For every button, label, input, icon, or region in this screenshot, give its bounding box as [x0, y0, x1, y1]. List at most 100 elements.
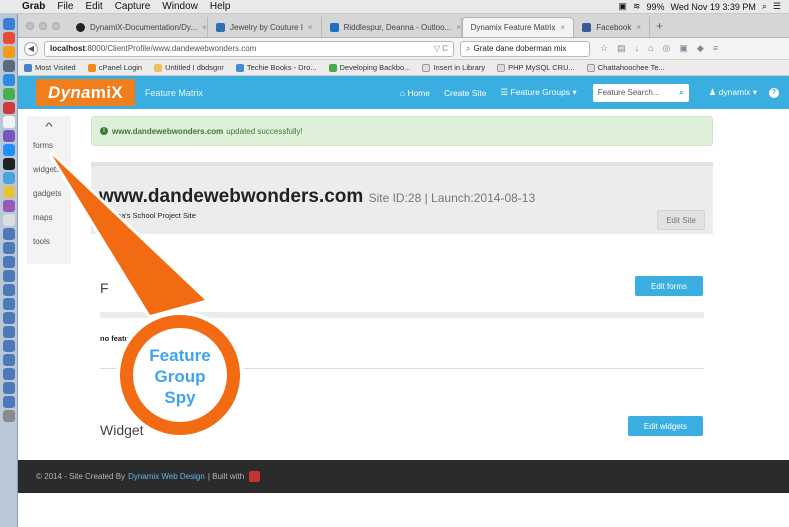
- nav-create-site[interactable]: Create Site: [444, 88, 487, 98]
- user-menu[interactable]: ♟ dynamix ▾: [709, 87, 757, 98]
- finder-icon[interactable]: [2, 18, 15, 30]
- clock[interactable]: Wed Nov 19 3:39 PM: [670, 2, 755, 12]
- skype-icon[interactable]: [2, 144, 15, 156]
- document-icon[interactable]: [2, 256, 15, 268]
- close-tab-icon[interactable]: ×: [456, 23, 460, 32]
- download-icon[interactable]: ↓: [635, 43, 640, 54]
- extension-icon[interactable]: ◎: [663, 43, 671, 54]
- bookmark-item[interactable]: Developing Backbo...: [328, 63, 410, 72]
- bookmark-item[interactable]: Insert in Library: [422, 63, 485, 72]
- wifi-icon[interactable]: ≋: [633, 1, 641, 12]
- browser-tab[interactable]: Facebook ×: [574, 17, 650, 37]
- sidebar-item-tools[interactable]: tools: [27, 229, 71, 253]
- menu-window[interactable]: Window: [162, 1, 198, 12]
- minimize-window-icon[interactable]: [39, 22, 47, 30]
- close-tab-icon[interactable]: ×: [636, 23, 641, 32]
- app-subtitle: Feature Matrix: [144, 87, 203, 98]
- sidebar-item-maps[interactable]: maps: [27, 205, 71, 229]
- close-tab-icon[interactable]: ×: [308, 23, 313, 32]
- document-icon[interactable]: [2, 382, 15, 394]
- footer-link[interactable]: Dynamix Web Design: [128, 472, 205, 481]
- app-icon[interactable]: [2, 172, 15, 184]
- bookmark-item[interactable]: Chattahoochee Te...: [586, 63, 665, 72]
- document-icon[interactable]: [2, 396, 15, 408]
- new-tab-icon[interactable]: +: [656, 19, 663, 33]
- chrome-icon[interactable]: [2, 186, 15, 198]
- firefox-icon[interactable]: [2, 46, 15, 58]
- extension-icon[interactable]: ◆: [697, 43, 704, 54]
- browser-tab[interactable]: Jewelry by Couture I ×: [208, 17, 322, 37]
- nav-home[interactable]: ⌂ Home: [400, 88, 430, 98]
- back-icon[interactable]: ◀: [24, 41, 38, 56]
- browser-tab[interactable]: DynamiX-Documentation/Dy... ×: [68, 17, 208, 37]
- document-icon[interactable]: [2, 228, 15, 240]
- bookmark-item[interactable]: Most Visited: [24, 63, 76, 72]
- close-tab-icon[interactable]: ×: [561, 23, 566, 32]
- document-icon[interactable]: [2, 312, 15, 324]
- spotlight-icon[interactable]: ⌕: [762, 1, 767, 12]
- app-icon[interactable]: [2, 102, 15, 114]
- edit-site-button[interactable]: Edit Site: [657, 210, 705, 230]
- document-icon[interactable]: [2, 326, 15, 338]
- user-icon: ♟: [708, 87, 719, 97]
- trash-icon[interactable]: [2, 410, 15, 422]
- menu-capture[interactable]: Capture: [115, 1, 151, 12]
- close-window-icon[interactable]: [26, 22, 34, 30]
- battery-percent[interactable]: 99%: [646, 2, 664, 12]
- app-icon[interactable]: [2, 32, 15, 44]
- reload-icon[interactable]: ▽ C: [434, 44, 448, 53]
- document-icon[interactable]: [2, 242, 15, 254]
- app-navbar: Dyna miX Feature Matrix ⌂ Home Create Sit…: [18, 76, 789, 109]
- bookmark-star-icon[interactable]: ☆: [600, 43, 608, 54]
- bookmark-item[interactable]: cPanel Login: [87, 63, 142, 72]
- menu-icon[interactable]: ≡: [713, 43, 718, 54]
- document-icon[interactable]: [2, 298, 15, 310]
- address-bar[interactable]: localhost:8000/ClientProfile/www.dandewe…: [44, 40, 454, 57]
- zoom-window-icon[interactable]: [52, 22, 60, 30]
- menu-file[interactable]: File: [57, 1, 73, 12]
- document-icon[interactable]: [2, 354, 15, 366]
- no-features-text: no featu: [100, 334, 130, 343]
- close-tab-icon[interactable]: ×: [202, 23, 207, 32]
- collapse-caret-icon[interactable]: ^: [14, 122, 84, 133]
- app-menu[interactable]: Grab: [22, 1, 45, 12]
- home-icon[interactable]: ⌂: [648, 43, 653, 54]
- extension-icon[interactable]: ▣: [679, 43, 688, 54]
- dropbox-icon[interactable]: ▣: [618, 1, 627, 12]
- app-icon[interactable]: [2, 88, 15, 100]
- search-input[interactable]: ⌕ Grate dane doberman mix: [460, 40, 590, 57]
- os-menubar: Grab File Edit Capture Window Help ▣ ≋ 9…: [0, 0, 789, 14]
- ruby-gem-icon: [249, 471, 261, 482]
- safari-icon[interactable]: [2, 74, 15, 86]
- browser-tab-active[interactable]: Dynamix Feature Matrix ×: [461, 17, 575, 37]
- app-icon[interactable]: [2, 200, 15, 212]
- bookmark-item[interactable]: Untitled I dbdsgnr: [154, 63, 224, 72]
- menu-help[interactable]: Help: [210, 1, 231, 12]
- document-icon[interactable]: [2, 284, 15, 296]
- nav-feature-groups[interactable]: ☰ Feature Groups ▾: [501, 87, 577, 98]
- document-icon[interactable]: [2, 368, 15, 380]
- document-icon[interactable]: [2, 270, 15, 282]
- reader-icon[interactable]: ▤: [617, 43, 626, 54]
- help-icon[interactable]: ?: [769, 87, 779, 98]
- bookmark-item[interactable]: Techie Books - Dro...: [235, 63, 317, 72]
- terminal-icon[interactable]: [2, 158, 15, 170]
- notifications-icon[interactable]: ☰: [773, 1, 781, 12]
- sidebar-item-widgets[interactable]: widgets: [27, 157, 71, 181]
- browser-toolbar: ◀ localhost:8000/ClientProfile/www.dande…: [18, 38, 789, 60]
- bookmark-item[interactable]: PHP MySQL CRU...: [497, 63, 575, 72]
- sidebar-item-gadgets[interactable]: gadgets: [27, 181, 71, 205]
- app-icon[interactable]: [2, 60, 15, 72]
- menu-edit[interactable]: Edit: [85, 1, 102, 12]
- app-icon[interactable]: [2, 214, 15, 226]
- app-icon[interactable]: [2, 116, 15, 128]
- document-icon[interactable]: [2, 340, 15, 352]
- browser-tab[interactable]: Riddlespur, Deanna - Outloo... ×: [322, 17, 462, 37]
- edit-widgets-button[interactable]: Edit widgets: [627, 416, 703, 436]
- edit-forms-button[interactable]: Edit forms: [634, 276, 703, 296]
- search-icon[interactable]: ⌕: [679, 88, 683, 98]
- sidebar-item-forms[interactable]: forms: [27, 133, 71, 157]
- feature-search-input[interactable]: Feature Search... ⌕: [592, 83, 689, 102]
- dynamix-logo[interactable]: Dyna miX: [36, 79, 135, 106]
- app-icon[interactable]: [2, 130, 15, 142]
